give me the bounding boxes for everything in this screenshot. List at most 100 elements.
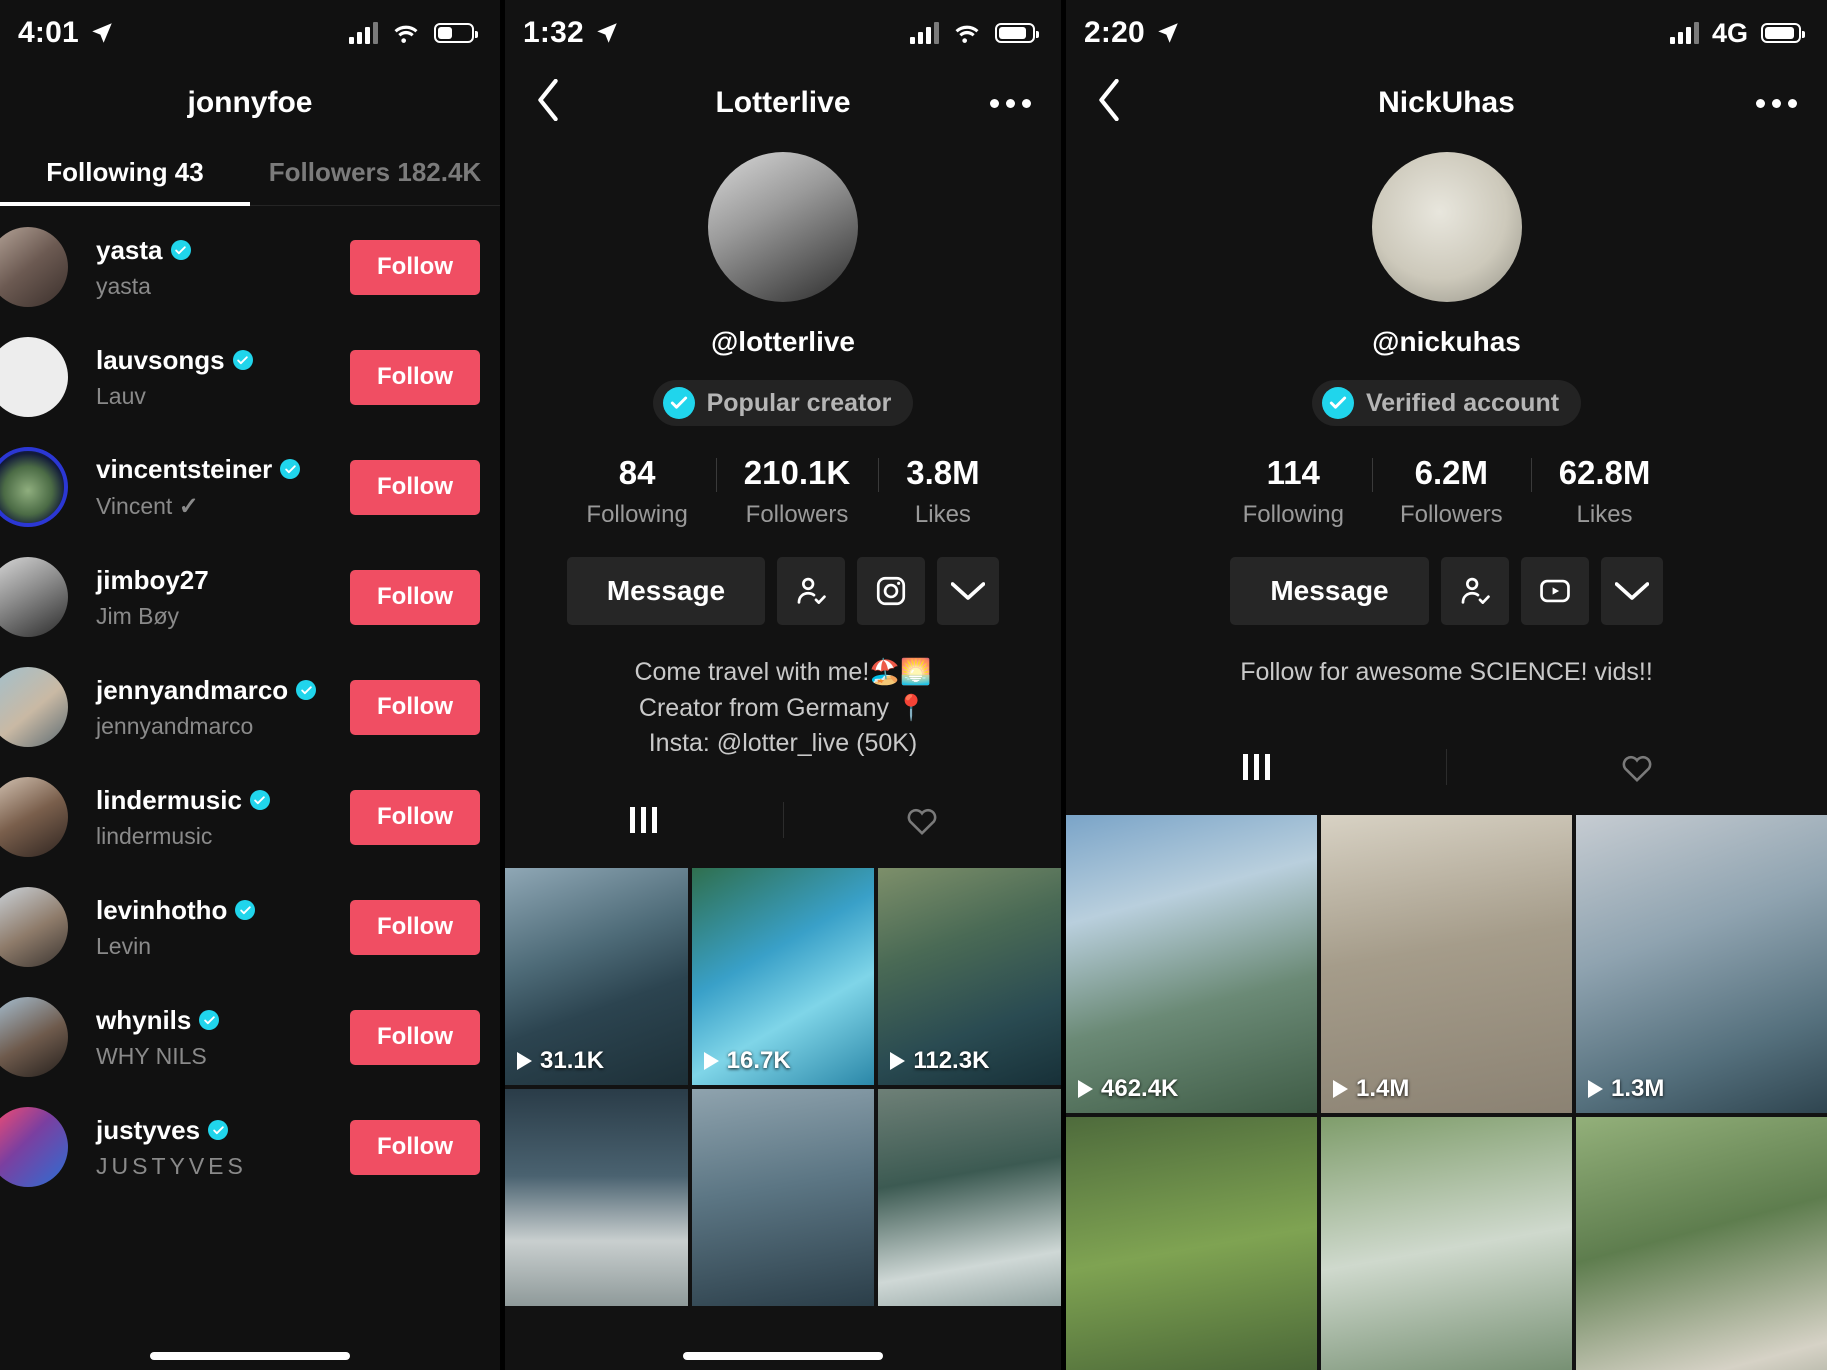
list-item[interactable]: jimboy27 Jim Bøy Follow: [0, 542, 500, 652]
youtube-icon: [1539, 579, 1570, 603]
list-item-username: vincentsteiner: [96, 453, 273, 484]
list-item[interactable]: jennyandmarco jennyandmarco Follow: [0, 652, 500, 762]
video-view-count: 16.7K: [703, 1047, 791, 1075]
wifi-icon: [394, 25, 418, 43]
follow-button[interactable]: Follow: [350, 679, 480, 735]
stat-following[interactable]: 114 Following: [1215, 454, 1372, 529]
avatar[interactable]: [708, 152, 858, 302]
tab-followers[interactable]: Followers 182.4K: [250, 140, 500, 205]
grid-bars-icon: [630, 806, 658, 833]
avatar[interactable]: [0, 337, 68, 417]
follow-button[interactable]: Follow: [350, 899, 480, 955]
message-button[interactable]: Message: [1230, 557, 1429, 625]
avatar[interactable]: [0, 447, 68, 527]
follow-button[interactable]: Follow: [350, 349, 480, 405]
avatar[interactable]: [0, 777, 68, 857]
stat-likes[interactable]: 3.8M Likes: [878, 454, 1007, 529]
instagram-link-button[interactable]: [857, 557, 926, 625]
avatar[interactable]: [0, 557, 68, 637]
tab-followers-label: Followers 182.4K: [268, 157, 482, 187]
list-item-meta: justyves JUSTYVES: [96, 1115, 350, 1180]
stat-following[interactable]: 84 Following: [558, 454, 715, 529]
video-cell[interactable]: [1321, 1116, 1572, 1370]
verified-badge-icon: [235, 900, 256, 920]
youtube-link-button[interactable]: [1520, 557, 1589, 625]
follow-button[interactable]: Follow: [350, 569, 480, 625]
avatar[interactable]: [0, 1107, 68, 1187]
bio-line: Come travel with me!🏖️🌅: [634, 658, 932, 686]
more-options-button[interactable]: [1756, 98, 1797, 108]
play-icon: [1078, 1079, 1093, 1098]
list-item[interactable]: lauvsongs Lauv Follow: [0, 322, 500, 432]
follow-user-button[interactable]: [777, 557, 846, 625]
list-item[interactable]: levinhotho Levin Follow: [0, 872, 500, 982]
more-options-button[interactable]: [990, 98, 1031, 108]
video-cell[interactable]: 31.1K: [505, 867, 688, 1085]
stat-followers[interactable]: 210.1K Followers: [715, 454, 878, 529]
stat-likes[interactable]: 62.8M Likes: [1530, 454, 1679, 529]
list-item[interactable]: whynils WHY NILS Follow: [0, 982, 500, 1092]
more-actions-button[interactable]: [937, 557, 1000, 625]
follow-user-button[interactable]: [1440, 557, 1509, 625]
home-indicator[interactable]: [150, 1352, 350, 1360]
list-item[interactable]: justyves JUSTYVES Follow: [0, 1092, 500, 1202]
more-actions-button[interactable]: [1600, 557, 1663, 625]
left-phone-panel: 4:01 jonnyfoe Following 43 Followers 182…: [0, 0, 500, 1370]
list-item[interactable]: yasta yasta Follow: [0, 212, 500, 322]
wifi-icon: [955, 25, 979, 43]
avatar[interactable]: [0, 887, 68, 967]
list-item[interactable]: lindermusic lindermusic Follow: [0, 762, 500, 872]
video-cell[interactable]: 462.4K: [1066, 814, 1317, 1113]
back-button[interactable]: [535, 78, 561, 128]
list-item-meta: jennyandmarco jennyandmarco: [96, 675, 350, 740]
list-item-username-row: levinhotho: [96, 895, 350, 926]
video-cell[interactable]: [878, 1088, 1061, 1306]
stat-followers[interactable]: 6.2M Followers: [1371, 454, 1531, 529]
video-cell[interactable]: 112.3K: [878, 867, 1061, 1085]
follow-tabs: Following 43 Followers 182.4K: [0, 140, 500, 206]
follow-button[interactable]: Follow: [350, 1009, 480, 1065]
video-cell[interactable]: 16.7K: [691, 867, 875, 1085]
list-item-display-name-row: Vincent ✓: [96, 492, 350, 521]
avatar[interactable]: [0, 667, 68, 747]
avatar[interactable]: [0, 227, 68, 307]
tab-following[interactable]: Following 43: [0, 140, 250, 206]
tab-videos[interactable]: [505, 790, 783, 850]
avatar[interactable]: [0, 997, 68, 1077]
video-thumbnail: [1066, 1116, 1317, 1370]
grey-check-icon: ✓: [178, 492, 199, 520]
video-thumbnail: [1321, 814, 1572, 1113]
status-bar-right: 2:20 4G: [1066, 0, 1827, 66]
video-cell[interactable]: [1066, 1116, 1317, 1370]
status-badge[interactable]: Popular creator: [652, 380, 914, 426]
list-item-username: justyves: [96, 1114, 201, 1145]
video-thumbnail: [878, 1088, 1061, 1306]
follow-button[interactable]: Follow: [350, 239, 480, 295]
video-cell[interactable]: [1576, 1116, 1827, 1370]
list-item[interactable]: vincentsteiner Vincent ✓ Follow: [0, 432, 500, 542]
verified-badge-icon: [662, 387, 695, 419]
video-cell[interactable]: [691, 1088, 875, 1306]
video-cell[interactable]: 1.4M: [1321, 814, 1572, 1113]
tab-liked[interactable]: [784, 790, 1062, 850]
avatar[interactable]: [1371, 152, 1522, 302]
follow-button[interactable]: Follow: [350, 459, 480, 515]
list-item-username-row: vincentsteiner: [96, 454, 350, 485]
follow-button[interactable]: Follow: [350, 789, 480, 845]
chevron-left-icon: [1099, 78, 1119, 121]
video-thumbnail: [1576, 814, 1827, 1113]
profile-right: @nickuhas Verified account 114 Following…: [1066, 140, 1827, 1370]
middle-phone-panel: 1:32 Lotterlive @lotterlive Popular crea…: [505, 0, 1061, 1370]
list-item-username: lindermusic: [96, 784, 242, 815]
video-cell[interactable]: 1.3M: [1576, 814, 1827, 1113]
tab-liked[interactable]: [1447, 737, 1827, 797]
video-cell[interactable]: [505, 1088, 688, 1306]
back-button[interactable]: [1096, 78, 1122, 128]
list-item-display-name: JUSTYVES: [96, 1152, 247, 1179]
follow-button[interactable]: Follow: [350, 1119, 480, 1175]
tab-videos[interactable]: [1066, 737, 1446, 797]
status-badge[interactable]: Verified account: [1311, 380, 1582, 426]
home-indicator[interactable]: [683, 1352, 883, 1360]
message-button[interactable]: Message: [566, 557, 766, 625]
right-phone-panel: 2:20 4G NickUhas @nickuhas Verified acco…: [1066, 0, 1827, 1370]
